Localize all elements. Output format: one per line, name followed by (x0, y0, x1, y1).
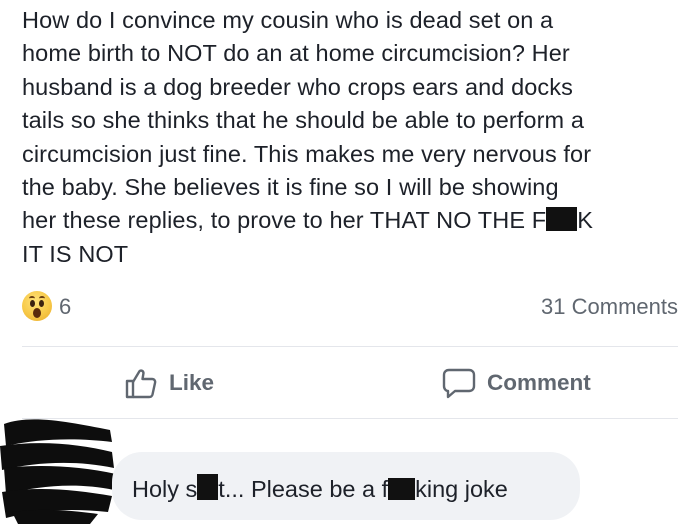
redaction-bar (546, 207, 578, 232)
wow-reaction-icon[interactable] (22, 291, 52, 321)
comment-text: Holy s t... Please be a f king joke (132, 474, 508, 503)
post-line-text: her these replies, to prove to her THAT … (22, 207, 547, 234)
post-line: circumcision just fine. This makes me ve… (22, 140, 592, 167)
comment-text-part: t... Please be a f (218, 476, 389, 502)
divider (22, 418, 678, 419)
like-button[interactable]: Like (124, 366, 214, 400)
comment-bubble-icon (442, 367, 476, 399)
post-line: IT IS NOT (22, 240, 129, 267)
redacted-avatar (0, 416, 118, 524)
redaction-bar (197, 474, 219, 500)
thumbs-up-icon (124, 367, 158, 399)
reactions-row: 6 31 Comments (22, 290, 678, 326)
comment-button[interactable]: Comment (442, 366, 591, 400)
comments-count-link[interactable]: 31 Comments (541, 294, 678, 320)
post-text: How do I convince my cousin who is dead … (22, 4, 687, 271)
comment-text-part: Holy s (132, 476, 198, 502)
post-line: tails so she thinks that he should be ab… (22, 107, 584, 134)
post-line-text: K (577, 207, 593, 234)
comment-text-part: king joke (415, 476, 508, 502)
post-line: her these replies, to prove to her THAT … (22, 204, 687, 237)
reaction-count[interactable]: 6 (59, 294, 71, 320)
post-line: the baby. She believes it is fine so I w… (22, 174, 559, 201)
divider (22, 346, 678, 347)
post-line: home birth to NOT do an at home circumci… (22, 40, 570, 67)
redaction-bar (388, 478, 416, 500)
like-label: Like (169, 370, 215, 395)
comment-label: Comment (487, 370, 591, 395)
post-line: How do I convince my cousin who is dead … (22, 7, 554, 33)
post-line: husband is a dog breeder who crops ears … (22, 73, 573, 100)
